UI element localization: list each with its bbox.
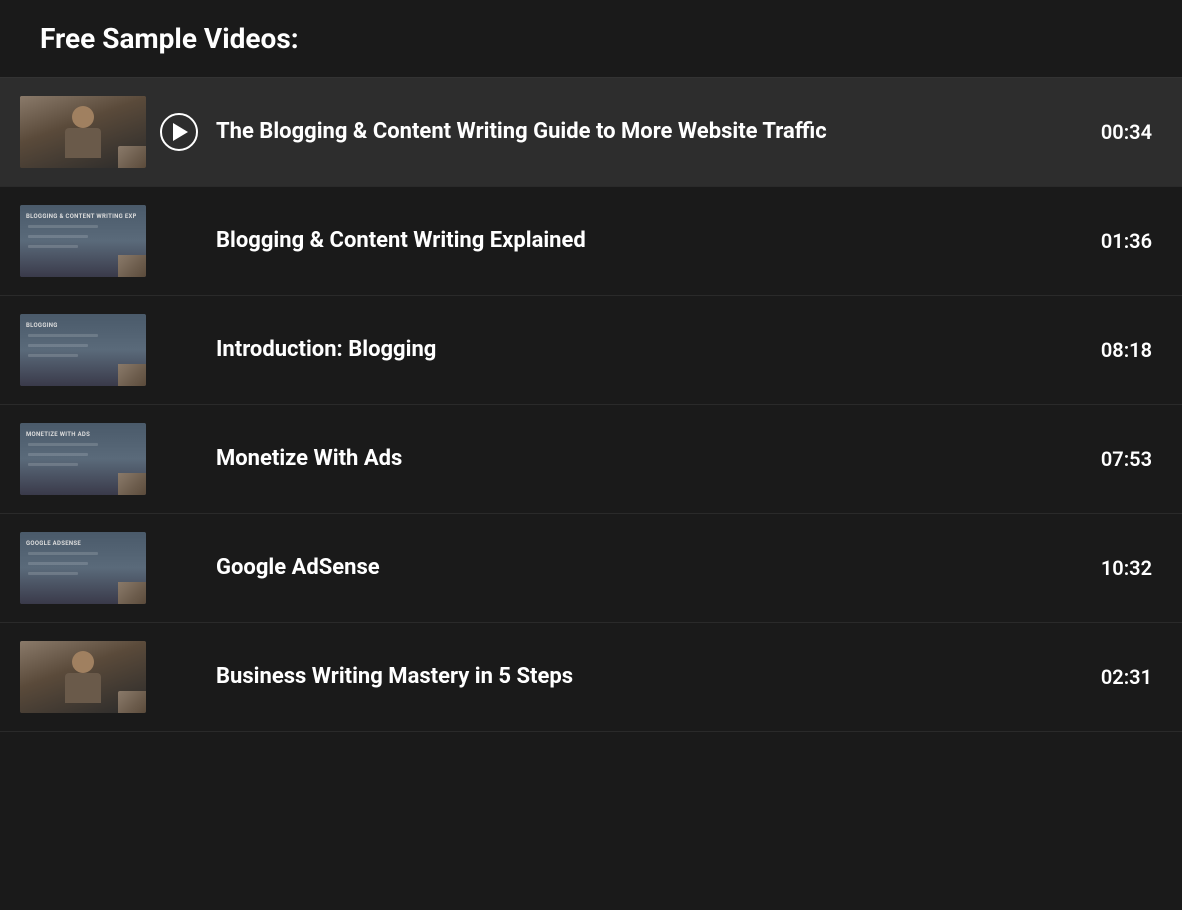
play-button[interactable] <box>160 113 198 151</box>
video-title: Monetize With Ads <box>216 445 1062 474</box>
video-duration: 08:18 <box>1082 338 1152 362</box>
page-title: Free Sample Videos: <box>40 22 1152 55</box>
video-title: Google AdSense <box>216 554 1062 583</box>
video-duration: 07:53 <box>1082 447 1152 471</box>
play-icon <box>173 123 188 141</box>
video-item[interactable]: MONETIZE WITH ADS Monetize With Ads 07:53 <box>0 405 1182 514</box>
video-thumbnail: BLOGGING <box>20 314 146 386</box>
video-thumbnail <box>20 96 146 168</box>
page-container: Free Sample Videos: The Blogging & Conte… <box>0 0 1182 732</box>
video-duration: 10:32 <box>1082 556 1152 580</box>
video-duration: 01:36 <box>1082 229 1152 253</box>
video-item[interactable]: GOOGLE ADSENSE Google AdSense 10:32 <box>0 514 1182 623</box>
video-title: Business Writing Mastery in 5 Steps <box>216 663 1062 692</box>
play-button-wrapper[interactable] <box>160 113 198 151</box>
video-thumbnail: BLOGGING & CONTENT WRITING EXPLAINED <box>20 205 146 277</box>
video-thumbnail: GOOGLE ADSENSE <box>20 532 146 604</box>
video-item[interactable]: The Blogging & Content Writing Guide to … <box>0 78 1182 187</box>
video-item[interactable]: BLOGGING Introduction: Blogging 08:18 <box>0 296 1182 405</box>
video-title: Introduction: Blogging <box>216 336 1062 365</box>
video-title: Blogging & Content Writing Explained <box>216 227 1062 256</box>
video-list: The Blogging & Content Writing Guide to … <box>0 78 1182 732</box>
video-item[interactable]: Business Writing Mastery in 5 Steps 02:31 <box>0 623 1182 732</box>
video-title: The Blogging & Content Writing Guide to … <box>216 118 1062 147</box>
video-duration: 00:34 <box>1082 120 1152 144</box>
page-header: Free Sample Videos: <box>0 0 1182 78</box>
video-thumbnail: MONETIZE WITH ADS <box>20 423 146 495</box>
video-duration: 02:31 <box>1082 665 1152 689</box>
video-thumbnail <box>20 641 146 713</box>
video-item[interactable]: BLOGGING & CONTENT WRITING EXPLAINED Blog… <box>0 187 1182 296</box>
